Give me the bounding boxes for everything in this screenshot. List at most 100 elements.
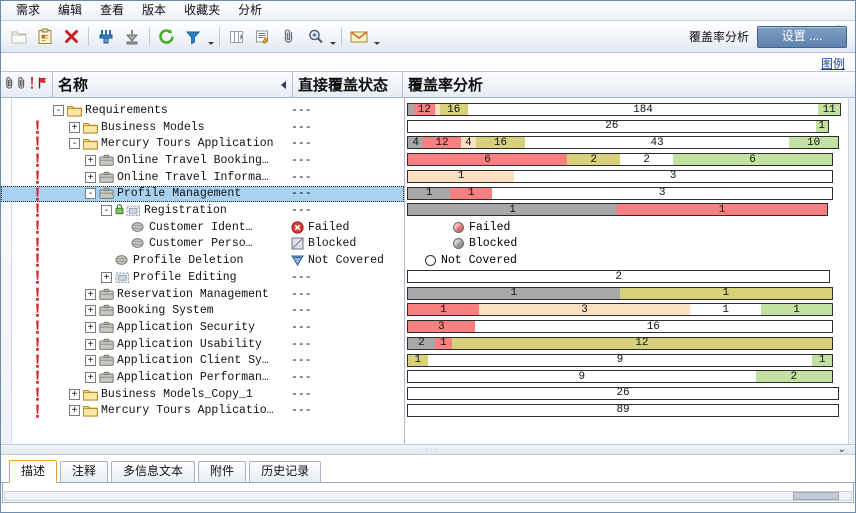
expand-toggle-icon[interactable]: +: [85, 154, 96, 166]
legend-link[interactable]: 图例: [821, 55, 845, 72]
tree-row[interactable]: + Profile Editing ---: [1, 269, 404, 286]
filter-icon[interactable]: [180, 25, 206, 49]
import-icon[interactable]: [93, 25, 119, 49]
tab-rich-text[interactable]: 多信息文本: [111, 461, 196, 482]
tree-row[interactable]: + Application Usability ---: [1, 336, 404, 353]
coverage-bar[interactable]: 3 16: [407, 320, 833, 334]
expand-toggle-icon[interactable]: +: [85, 338, 96, 350]
tree-row[interactable]: - Registration ---: [1, 202, 404, 219]
columns-icon[interactable]: [224, 25, 250, 49]
tree-row-selected[interactable]: - Profile Management ---: [1, 185, 404, 203]
zoom-dropdown-caret[interactable]: [328, 23, 337, 51]
requirements-tree[interactable]: - Requirements --- + Business Models --- - Merc…: [1, 98, 405, 444]
header-name[interactable]: 名称: [53, 72, 293, 97]
coverage-bar[interactable]: 191: [407, 353, 833, 367]
scrollbar-thumb[interactable]: [793, 492, 839, 500]
delete-icon[interactable]: [58, 25, 84, 49]
expand-toggle-icon[interactable]: +: [101, 271, 112, 283]
expand-toggle-icon[interactable]: +: [85, 171, 96, 183]
tree-row[interactable]: + Online Travel Informa… ---: [1, 169, 404, 186]
tree-row[interactable]: + Business Models_Copy_1 ---: [1, 386, 404, 403]
tab-comments[interactable]: 注释: [60, 461, 109, 482]
collapse-toggle-icon[interactable]: -: [85, 188, 96, 200]
expand-toggle-icon[interactable]: +: [85, 321, 96, 333]
attachment-icon-2[interactable]: [16, 76, 27, 94]
expand-toggle-icon[interactable]: +: [85, 355, 96, 367]
tree-row[interactable]: - Requirements ---: [1, 102, 404, 119]
menu-view[interactable]: 查看: [91, 2, 133, 19]
tree-row[interactable]: - Mercury Tours Application ---: [1, 135, 404, 152]
coverage-analysis-chart[interactable]: 12 16 184 11 26 1 4 12 4 16 43 10 6 2 2 6 1 3 1 1 3 1 1 Failed B…: [405, 98, 855, 444]
coverage-bar[interactable]: 12 16 184 11: [407, 103, 842, 116]
detail-horizontal-scrollbar[interactable]: [4, 491, 852, 501]
tree-row[interactable]: + Mercury Tours Applicatio… ---: [1, 403, 404, 420]
coverage-bar[interactable]: 4 12 4 16 43 10: [407, 136, 840, 150]
menu-requirements[interactable]: 需求: [7, 2, 49, 19]
export-icon[interactable]: [119, 25, 145, 49]
attachment-icon[interactable]: [4, 76, 15, 94]
coverage-bar[interactable]: 13: [407, 169, 833, 183]
menu-analysis[interactable]: 分析: [229, 2, 271, 19]
zoom-icon[interactable]: [302, 25, 328, 49]
tree-row[interactable]: Customer Ident… Failed: [1, 219, 404, 236]
coverage-bar-segment-failed: 1: [450, 187, 493, 199]
coverage-bar[interactable]: 1311: [407, 303, 833, 317]
coverage-bar[interactable]: 6226: [407, 153, 833, 167]
coverage-bar[interactable]: 11: [407, 203, 828, 217]
coverage-bar[interactable]: 11: [407, 286, 833, 300]
collapse-toggle-icon[interactable]: -: [69, 138, 80, 150]
legend-label: Not Covered: [441, 254, 517, 268]
header-coverage-analysis[interactable]: 覆盖率分析: [403, 72, 855, 97]
tab-history[interactable]: 历史记录: [249, 461, 322, 482]
details-icon[interactable]: [250, 25, 276, 49]
header-direct-coverage-status[interactable]: 直接覆盖状态: [293, 72, 403, 97]
tree-row[interactable]: + Booking System ---: [1, 302, 404, 319]
flag-icon[interactable]: [37, 76, 48, 94]
tree-row[interactable]: + Business Models ---: [1, 119, 404, 136]
expand-toggle-icon[interactable]: +: [85, 372, 96, 384]
settings-button[interactable]: 设置 ....: [757, 25, 847, 48]
filter-dropdown-caret[interactable]: [206, 23, 215, 51]
coverage-bar[interactable]: 26: [407, 386, 840, 400]
tab-description[interactable]: 描述: [9, 460, 58, 483]
direct-coverage-status-text: ---: [291, 387, 312, 401]
mail-icon[interactable]: [346, 25, 372, 49]
expand-toggle-icon[interactable]: +: [85, 288, 96, 300]
coverage-bar[interactable]: 89: [407, 403, 840, 417]
menu-version[interactable]: 版本: [133, 2, 175, 19]
collapse-toggle-icon[interactable]: -: [101, 205, 112, 217]
coverage-bar[interactable]: 2 1 12: [407, 336, 833, 350]
new-folder-icon[interactable]: [6, 25, 32, 49]
tree-row[interactable]: + Online Travel Booking… ---: [1, 152, 404, 169]
coverage-bar[interactable]: 113: [407, 186, 833, 200]
tree-row-label: Mercury Tours Application: [101, 137, 274, 151]
tree-row[interactable]: + Application Security ---: [1, 319, 404, 336]
coverage-bar-segment-passed: 1: [815, 120, 828, 132]
pane-splitter[interactable]: ····· ⌄: [1, 444, 855, 455]
attachment-icon[interactable]: [276, 25, 302, 49]
expand-toggle-icon[interactable]: +: [69, 388, 80, 400]
coverage-bar[interactable]: 26 1: [407, 119, 829, 133]
tree-row-label: Registration: [144, 204, 227, 218]
tree-row[interactable]: Customer Perso… Blocked: [1, 236, 404, 253]
new-requirement-icon[interactable]: [32, 25, 58, 49]
coverage-bar[interactable]: 92: [407, 370, 833, 384]
coverage-bar[interactable]: 2: [407, 270, 831, 283]
tab-attachments[interactable]: 附件: [198, 461, 247, 482]
tree-row[interactable]: + Application Client Sy… ---: [1, 353, 404, 370]
menu-favorites[interactable]: 收藏夹: [175, 2, 229, 19]
expand-toggle-icon[interactable]: +: [69, 405, 80, 417]
alert-icon[interactable]: [28, 76, 36, 94]
refresh-icon[interactable]: [154, 25, 180, 49]
menu-edit[interactable]: 编辑: [49, 2, 91, 19]
collapse-chevron-icon[interactable]: ⌄: [838, 444, 846, 455]
collapse-toggle-icon[interactable]: -: [53, 104, 64, 116]
tree-row[interactable]: + Application Performan… ---: [1, 369, 404, 386]
direct-coverage-status-cell: ---: [291, 202, 312, 219]
mail-dropdown-caret[interactable]: [372, 23, 381, 51]
expand-toggle-icon[interactable]: +: [69, 121, 80, 133]
tree-row[interactable]: + Reservation Management ---: [1, 286, 404, 303]
coverage-bar-row: 6226: [405, 152, 855, 169]
tree-row[interactable]: Profile Deletion Not Covered: [1, 252, 404, 269]
expand-toggle-icon[interactable]: +: [85, 305, 96, 317]
